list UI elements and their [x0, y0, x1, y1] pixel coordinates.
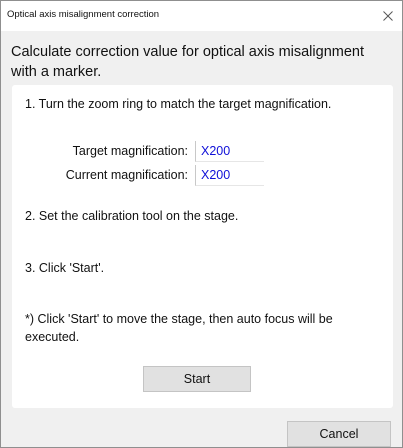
cancel-button[interactable]: Cancel: [287, 421, 391, 447]
current-magnification-label: Current magnification:: [65, 168, 188, 182]
intro-text: Calculate correction value for optical a…: [11, 44, 364, 80]
current-magnification-field: X200: [195, 165, 264, 186]
target-magnification-label: Target magnification:: [72, 144, 188, 158]
note-text: *) Click 'Start' to move the stage, then…: [25, 312, 333, 344]
step-3-text: 3. Click 'Start'.: [25, 261, 105, 275]
step-2-text: 2. Set the calibration tool on the stage…: [25, 209, 239, 223]
close-icon: [383, 11, 393, 21]
current-magnification-row: Current magnification: X200: [12, 165, 272, 187]
dialog-window: Optical axis misalignment correction Cal…: [0, 0, 403, 448]
start-button[interactable]: Start: [143, 366, 251, 392]
target-magnification-value: X200: [201, 144, 231, 158]
title-bar: Optical axis misalignment correction: [1, 1, 402, 31]
close-button[interactable]: [374, 1, 402, 31]
instructions-panel: 1. Turn the zoom ring to match the targe…: [12, 85, 393, 408]
target-magnification-row: Target magnification: X200: [12, 141, 272, 163]
target-magnification-field: X200: [195, 141, 264, 162]
step-1-text: 1. Turn the zoom ring to match the targe…: [25, 97, 332, 111]
current-magnification-value: X200: [201, 168, 231, 182]
window-title: Optical axis misalignment correction: [7, 9, 160, 20]
